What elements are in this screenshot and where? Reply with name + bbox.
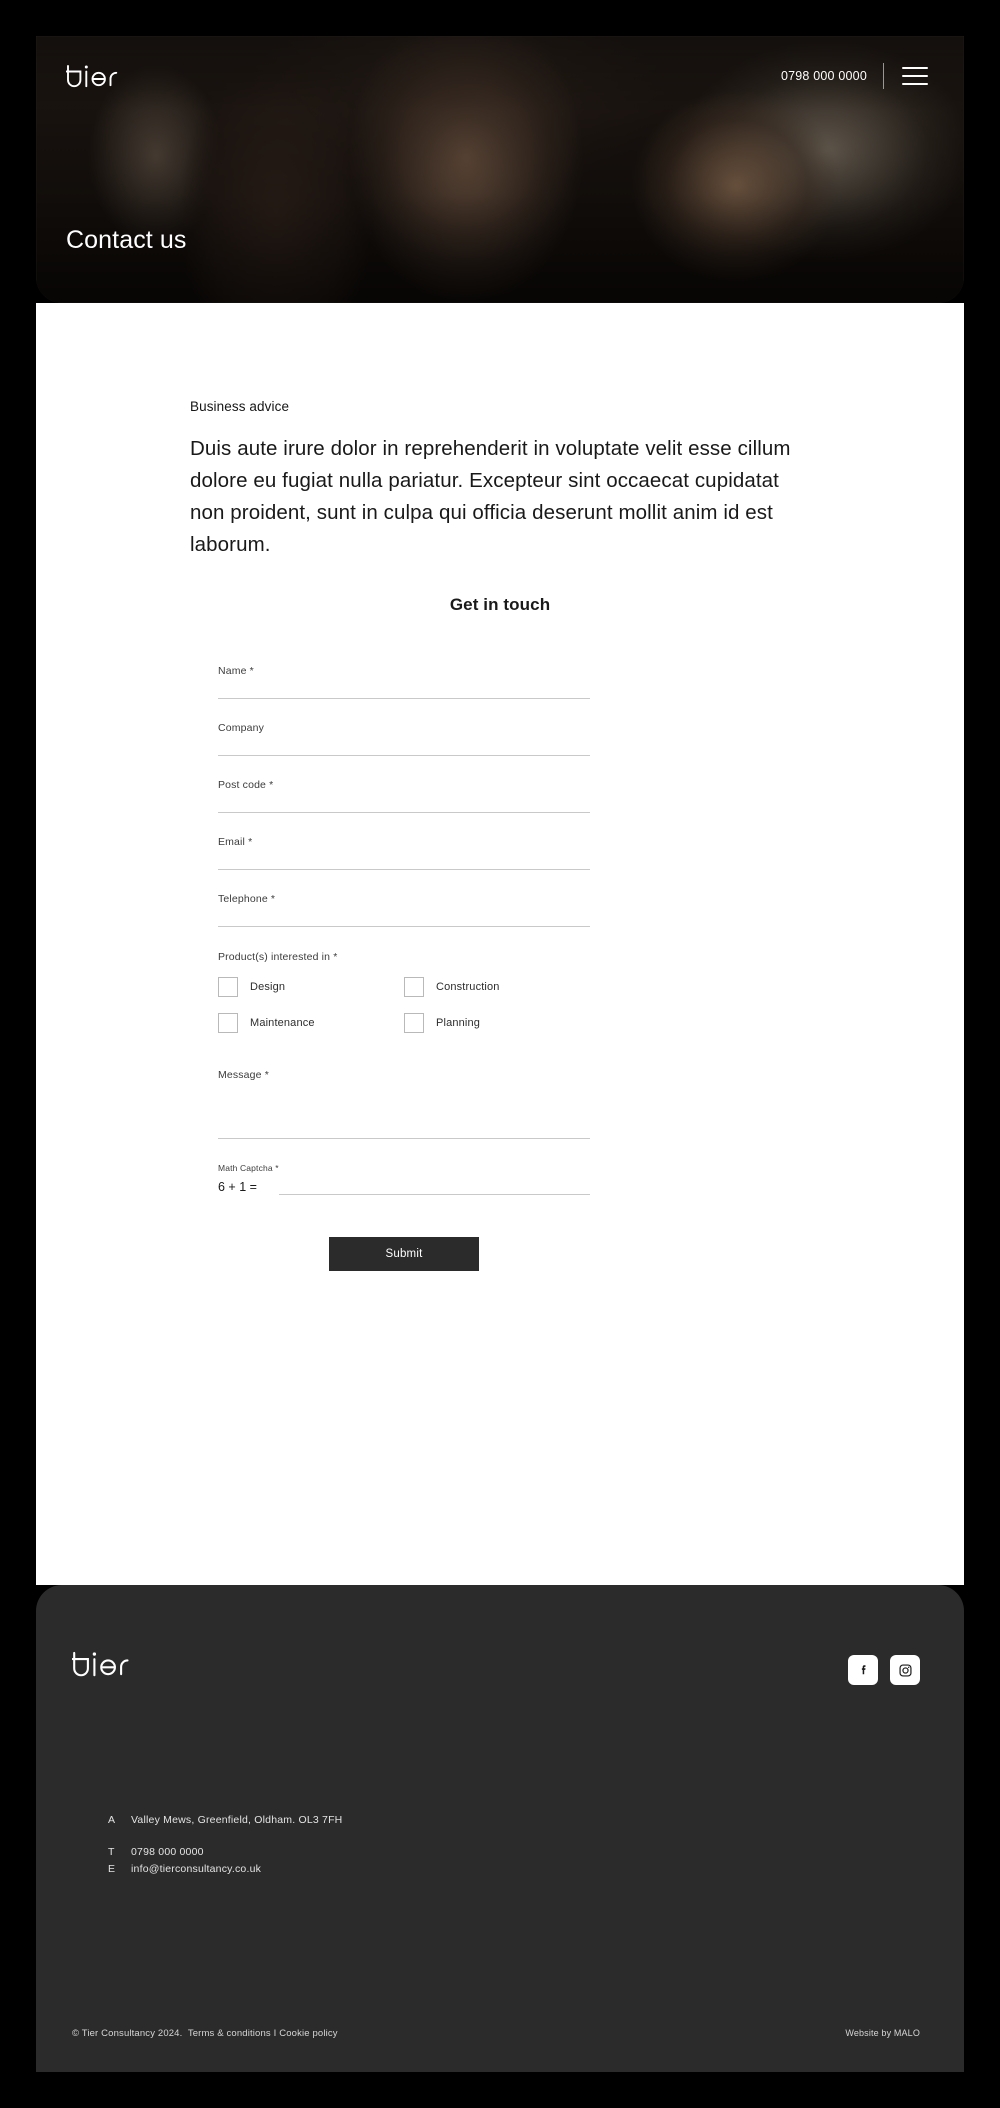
checkbox-label: Planning (436, 1017, 481, 1029)
field-telephone: Telephone * (218, 883, 590, 927)
field-spacer (218, 870, 590, 883)
submit-row: Submit (218, 1237, 590, 1271)
footer-telephone-key: T (108, 1846, 115, 1858)
submit-button[interactable]: Submit (329, 1237, 479, 1271)
checkbox-label: Design (250, 981, 286, 993)
contact-form: Name * Company Post code * Email * Telep… (218, 655, 590, 1271)
copyright-text: © Tier Consultancy 2024. (72, 2027, 183, 2039)
hamburger-bar (902, 75, 928, 77)
section-eyebrow: Business advice (190, 399, 290, 414)
checkbox-icon[interactable] (218, 977, 238, 997)
footer-address-row: A Valley Mews, Greenfield, Oldham. OL3 7… (108, 1812, 342, 1829)
field-label-name: Name * (218, 665, 254, 677)
postcode-input[interactable] (218, 791, 590, 813)
captcha-row: 6 + 1 = (218, 1179, 590, 1195)
copyright-block: © Tier Consultancy 2024. Terms & conditi… (72, 2028, 338, 2039)
company-input[interactable] (218, 734, 590, 756)
nav-right-group: 0798 000 0000 (781, 63, 928, 89)
field-label-postcode: Post code * (218, 779, 274, 791)
field-label-telephone: Telephone * (218, 893, 276, 905)
link-separator: I (273, 2027, 277, 2039)
field-spacer (218, 813, 590, 826)
name-input[interactable] (218, 677, 590, 699)
page-title: Contact us (66, 226, 187, 254)
hamburger-bar (902, 67, 928, 69)
footer-logo[interactable] (71, 1647, 136, 1681)
email-input[interactable] (218, 848, 590, 870)
products-group-label: Product(s) interested in * (218, 951, 338, 963)
field-spacer (218, 699, 590, 712)
telephone-input[interactable] (218, 905, 590, 927)
captcha-input[interactable] (278, 1179, 590, 1195)
header-logo[interactable] (66, 61, 124, 91)
hamburger-bar (902, 83, 928, 85)
instagram-icon[interactable] (890, 1655, 920, 1685)
field-postcode: Post code * (218, 769, 590, 813)
checkbox-label: Maintenance (250, 1017, 315, 1029)
field-name: Name * (218, 655, 590, 699)
website-credit-link[interactable]: Website by MALO (845, 2028, 920, 2038)
nav-divider (883, 63, 884, 89)
checkbox-icon[interactable] (404, 977, 424, 997)
main-content: Business advice Duis aute irure dolor in… (36, 303, 964, 1585)
field-company: Company (218, 712, 590, 756)
form-heading: Get in touch (449, 595, 551, 614)
footer-address-key: A (108, 1814, 116, 1826)
site-footer: A Valley Mews, Greenfield, Oldham. OL3 7… (36, 1585, 964, 2072)
top-navigation: 0798 000 0000 (36, 36, 964, 116)
header-phone-link[interactable]: 0798 000 0000 (781, 69, 867, 83)
facebook-icon[interactable] (848, 1655, 878, 1685)
captcha-block: Math Captcha * 6 + 1 = (218, 1163, 590, 1195)
checkbox-icon[interactable] (404, 1013, 424, 1033)
checkbox-item-design[interactable]: Design (218, 977, 404, 997)
field-label-company: Company (218, 722, 264, 734)
field-label-message: Message * (218, 1069, 269, 1081)
footer-telephone-value[interactable]: 0798 000 0000 (131, 1844, 204, 1861)
cookie-policy-link[interactable]: Cookie policy (279, 2028, 337, 2039)
checkbox-item-maintenance[interactable]: Maintenance (218, 1013, 404, 1033)
checkbox-item-planning[interactable]: Planning (404, 1013, 590, 1033)
footer-contact-gap (108, 1829, 342, 1844)
hamburger-icon[interactable] (902, 67, 928, 85)
field-email: Email * (218, 826, 590, 870)
field-message: Message * (218, 1069, 590, 1139)
message-textarea[interactable] (218, 1081, 590, 1139)
footer-top-row (36, 1585, 964, 1685)
footer-address-value: Valley Mews, Greenfield, Oldham. OL3 7FH (131, 1814, 343, 1826)
hero-banner: 0798 000 0000 Contact us (36, 36, 964, 303)
intro-paragraph: Duis aute irure dolor in reprehenderit i… (190, 437, 791, 556)
page-root: 0798 000 0000 Contact us Business advice… (0, 0, 1000, 2108)
checkbox-label: Construction (436, 981, 500, 993)
footer-bottom-bar: © Tier Consultancy 2024. Terms & conditi… (36, 1994, 964, 2072)
footer-telephone-row[interactable]: T 0798 000 0000 (108, 1844, 342, 1861)
footer-email-key: E (108, 1863, 116, 1875)
field-spacer (218, 756, 590, 769)
products-checkbox-group: Design Construction Maintenance Planning (218, 977, 590, 1033)
checkbox-item-construction[interactable]: Construction (404, 977, 590, 997)
terms-link[interactable]: Terms & conditions (188, 2028, 271, 2039)
social-links (848, 1647, 920, 1685)
captcha-question: 6 + 1 = (218, 1180, 257, 1194)
captcha-label: Math Captcha * (218, 1163, 279, 1173)
footer-email-value[interactable]: info@tierconsultancy.co.uk (131, 1861, 261, 1878)
footer-email-row[interactable]: E info@tierconsultancy.co.uk (108, 1861, 342, 1878)
checkbox-icon[interactable] (218, 1013, 238, 1033)
footer-contact-block: A Valley Mews, Greenfield, Oldham. OL3 7… (108, 1812, 342, 1878)
field-label-email: Email * (218, 836, 253, 848)
